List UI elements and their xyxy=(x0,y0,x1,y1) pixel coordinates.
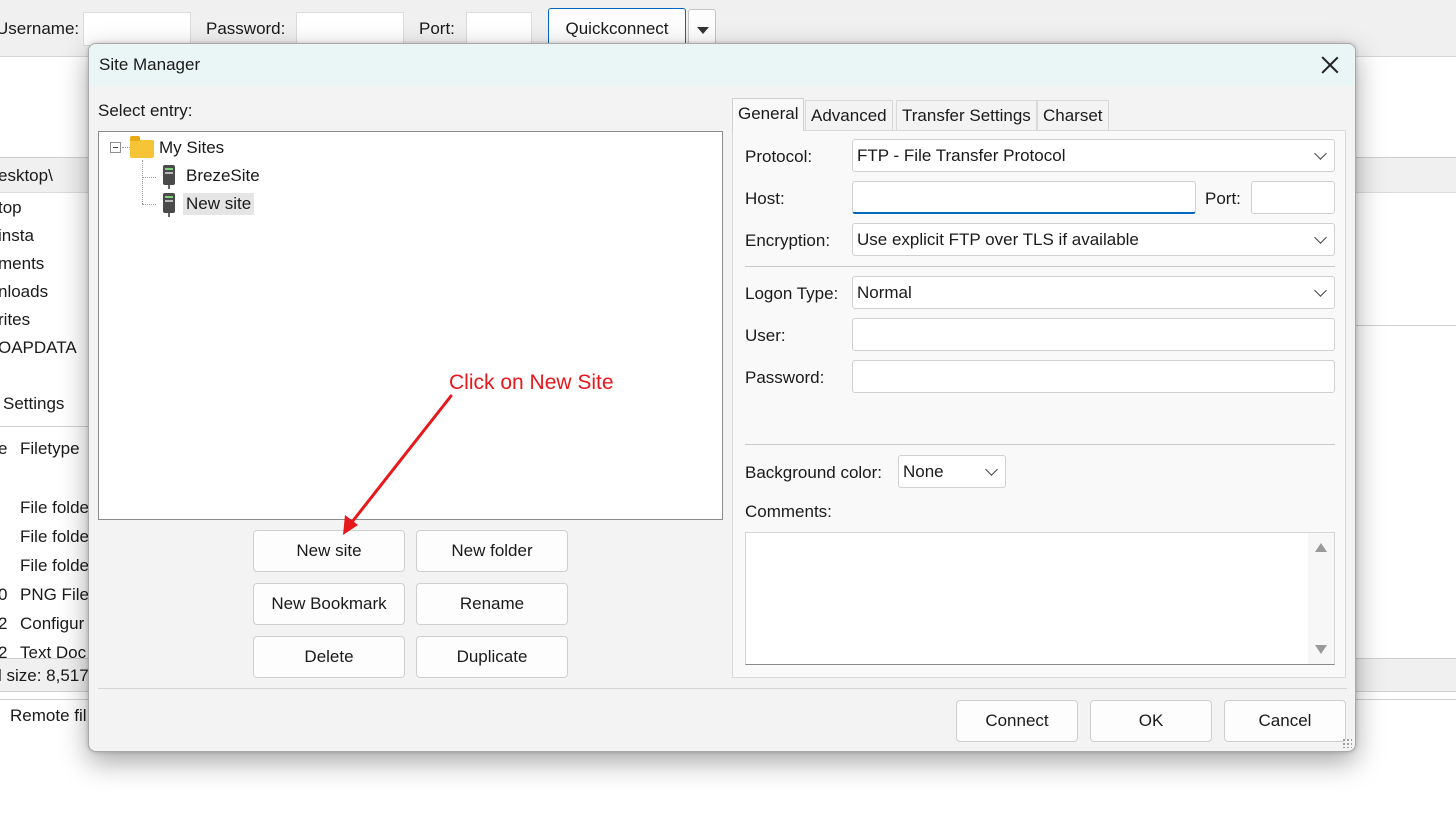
annotation-arrow xyxy=(343,394,453,535)
